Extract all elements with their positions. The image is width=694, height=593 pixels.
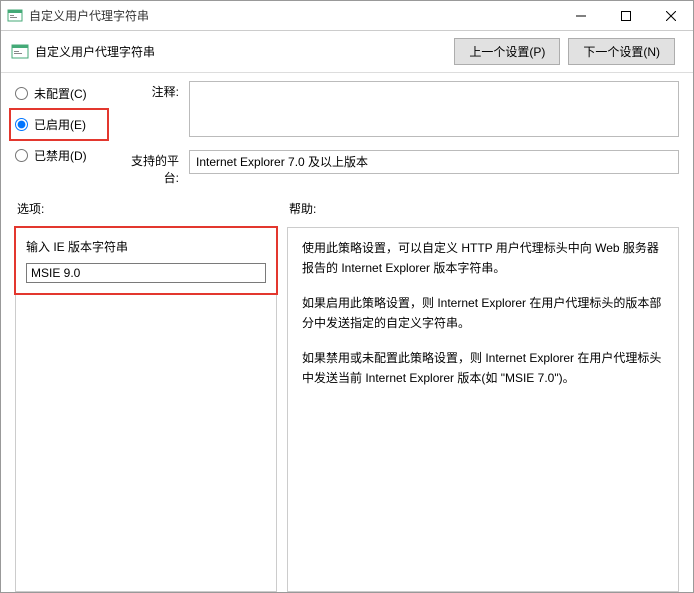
policy-title: 自定义用户代理字符串 bbox=[35, 43, 155, 60]
options-column: 选项: 输入 IE 版本字符串 bbox=[15, 200, 277, 592]
platform-label: 支持的平台: bbox=[117, 150, 179, 186]
radio-not-configured[interactable]: 未配置(C) bbox=[15, 85, 103, 102]
radio-not-configured-label: 未配置(C) bbox=[34, 85, 87, 102]
window-title: 自定义用户代理字符串 bbox=[29, 7, 558, 24]
radio-enabled-highlight: 已启用(E) bbox=[9, 108, 109, 141]
fields-column: 注释: 支持的平台: Internet Explorer 7.0 及以上版本 bbox=[117, 81, 679, 186]
minimize-button[interactable] bbox=[558, 1, 603, 30]
help-section-label: 帮助: bbox=[287, 200, 679, 217]
platform-value: Internet Explorer 7.0 及以上版本 bbox=[189, 150, 679, 174]
radio-disabled-label: 已禁用(D) bbox=[34, 147, 87, 164]
comment-row: 注释: bbox=[117, 81, 679, 140]
radio-disabled[interactable]: 已禁用(D) bbox=[15, 147, 103, 164]
help-panel: 使用此策略设置，可以自定义 HTTP 用户代理标头中向 Web 服务器报告的 I… bbox=[287, 227, 679, 592]
config-area: 未配置(C) 已启用(E) 已禁用(D) 注释: 支持的平台: bbox=[1, 73, 693, 196]
radio-disabled-input[interactable] bbox=[15, 149, 28, 162]
options-highlight: 输入 IE 版本字符串 bbox=[14, 226, 278, 295]
toolbar-title-area: 自定义用户代理字符串 bbox=[11, 43, 454, 61]
app-icon bbox=[7, 8, 23, 24]
help-text-2: 如果启用此策略设置，则 Internet Explorer 在用户代理标头的版本… bbox=[302, 293, 664, 334]
titlebar: 自定义用户代理字符串 bbox=[1, 1, 693, 31]
close-button[interactable] bbox=[648, 1, 693, 30]
ie-version-label: 输入 IE 版本字符串 bbox=[26, 238, 266, 255]
maximize-button[interactable] bbox=[603, 1, 648, 30]
window: 自定义用户代理字符串 自定义用户代理字符串 上一个设置(P) 下一个设置(N) bbox=[0, 0, 694, 593]
comment-label: 注释: bbox=[117, 81, 179, 100]
options-section-label: 选项: bbox=[15, 200, 277, 217]
radio-enabled-label: 已启用(E) bbox=[34, 116, 86, 133]
help-column: 帮助: 使用此策略设置，可以自定义 HTTP 用户代理标头中向 Web 服务器报… bbox=[287, 200, 679, 592]
toolbar: 自定义用户代理字符串 上一个设置(P) 下一个设置(N) bbox=[1, 31, 693, 73]
radio-not-configured-input[interactable] bbox=[15, 87, 28, 100]
help-text-1: 使用此策略设置，可以自定义 HTTP 用户代理标头中向 Web 服务器报告的 I… bbox=[302, 238, 664, 279]
options-panel: 输入 IE 版本字符串 bbox=[15, 227, 277, 592]
nav-buttons: 上一个设置(P) 下一个设置(N) bbox=[454, 38, 675, 65]
platform-row: 支持的平台: Internet Explorer 7.0 及以上版本 bbox=[117, 150, 679, 186]
ie-version-input[interactable] bbox=[26, 263, 266, 283]
window-controls bbox=[558, 1, 693, 30]
next-setting-button[interactable]: 下一个设置(N) bbox=[568, 38, 675, 65]
comment-input[interactable] bbox=[189, 81, 679, 137]
lower-area: 选项: 输入 IE 版本字符串 帮助: 使用此策略设置，可以自定义 HTTP 用… bbox=[1, 196, 693, 592]
policy-icon bbox=[11, 43, 29, 61]
prev-setting-button[interactable]: 上一个设置(P) bbox=[454, 38, 560, 65]
radio-column: 未配置(C) 已启用(E) 已禁用(D) bbox=[15, 81, 103, 186]
help-text-3: 如果禁用或未配置此策略设置，则 Internet Explorer 在用户代理标… bbox=[302, 348, 664, 389]
radio-enabled[interactable]: 已启用(E) bbox=[15, 116, 103, 133]
radio-enabled-input[interactable] bbox=[15, 118, 28, 131]
